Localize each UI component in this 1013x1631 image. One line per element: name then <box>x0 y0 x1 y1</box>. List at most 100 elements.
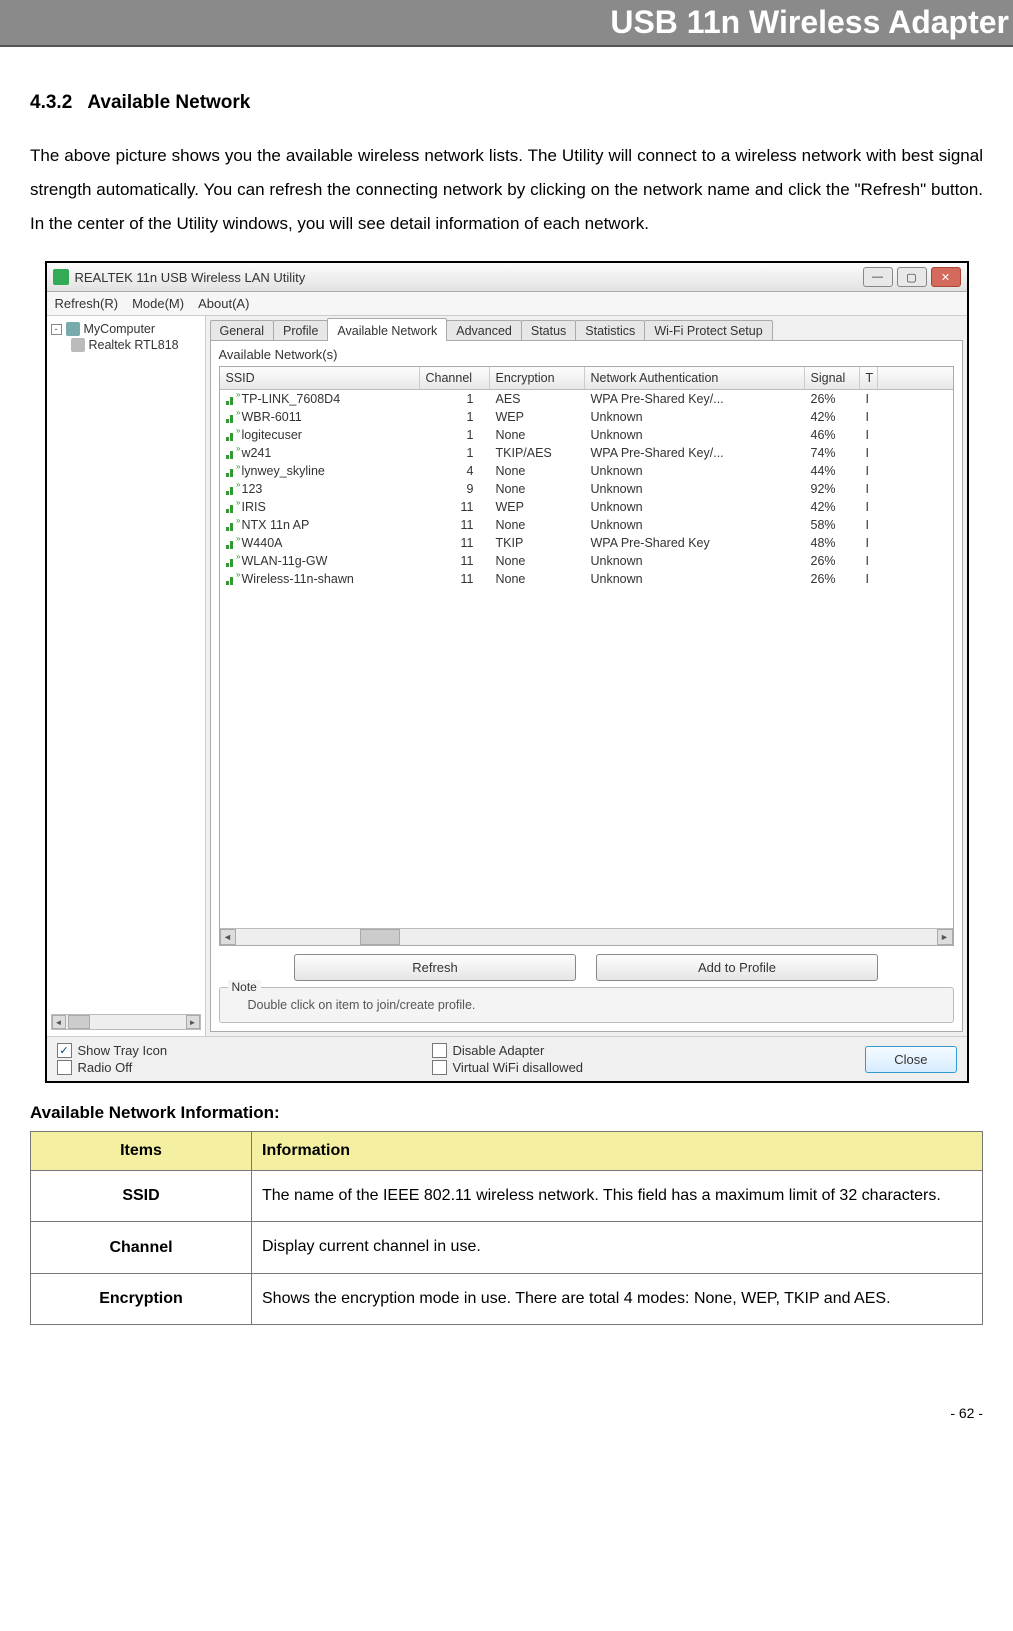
menu-about[interactable]: About(A) <box>198 296 249 311</box>
note-legend: Note <box>228 980 261 994</box>
note-box: Note Double click on item to join/create… <box>219 987 954 1023</box>
encryption-value: WEP <box>490 408 585 426</box>
network-row[interactable]: »WLAN-11g-GW11NoneUnknown26%I <box>220 552 953 570</box>
signal-value: 26% <box>805 390 860 408</box>
channel-value: 9 <box>420 480 490 498</box>
tree-collapse-icon[interactable]: - <box>51 324 62 335</box>
extra-value: I <box>860 426 878 444</box>
signal-value: 26% <box>805 552 860 570</box>
checkbox-icon: ✓ <box>57 1043 72 1058</box>
col-encryption[interactable]: Encryption <box>490 367 585 389</box>
window-titlebar: REALTEK 11n USB Wireless LAN Utility — ▢… <box>47 263 967 292</box>
tab-advanced[interactable]: Advanced <box>446 320 522 341</box>
panel-label: Available Network(s) <box>219 347 954 362</box>
show-tray-checkbox[interactable]: ✓ Show Tray Icon <box>57 1043 432 1058</box>
add-to-profile-button[interactable]: Add to Profile <box>596 954 878 981</box>
network-row[interactable]: »IRIS11WEPUnknown42%I <box>220 498 953 516</box>
tab-statistics[interactable]: Statistics <box>575 320 645 341</box>
disable-adapter-checkbox[interactable]: Disable Adapter <box>432 1043 807 1058</box>
app-window: REALTEK 11n USB Wireless LAN Utility — ▢… <box>45 261 969 1083</box>
col-channel[interactable]: Channel <box>420 367 490 389</box>
tab-available-network[interactable]: Available Network <box>327 318 447 341</box>
signal-icon: » <box>226 429 238 441</box>
network-row[interactable]: »WBR-60111WEPUnknown42%I <box>220 408 953 426</box>
extra-value: I <box>860 390 878 408</box>
signal-icon: » <box>226 555 238 567</box>
col-ssid[interactable]: SSID <box>220 367 420 389</box>
menu-mode[interactable]: Mode(M) <box>132 296 184 311</box>
auth-value: Unknown <box>585 426 805 444</box>
maximize-button[interactable]: ▢ <box>897 267 927 287</box>
signal-value: 26% <box>805 570 860 588</box>
virtual-wifi-checkbox[interactable]: Virtual WiFi disallowed <box>432 1060 807 1075</box>
info-desc: Display current channel in use. <box>252 1222 983 1273</box>
signal-value: 58% <box>805 516 860 534</box>
close-button[interactable]: Close <box>865 1046 956 1073</box>
list-scroll-thumb[interactable] <box>360 929 400 945</box>
scroll-left-arrow[interactable]: ◄ <box>52 1015 66 1029</box>
network-row[interactable]: »NTX 11n AP11NoneUnknown58%I <box>220 516 953 534</box>
info-item: Encryption <box>31 1273 252 1324</box>
signal-icon: » <box>226 447 238 459</box>
scroll-right-arrow[interactable]: ► <box>186 1015 200 1029</box>
ssid-value: lynwey_skyline <box>242 464 325 478</box>
encryption-value: TKIP/AES <box>490 444 585 462</box>
list-scroll-left-arrow[interactable]: ◄ <box>220 929 236 945</box>
device-tree-pane: - MyComputer Realtek RTL818 ◄ ► <box>47 316 206 1036</box>
channel-value: 1 <box>420 426 490 444</box>
scroll-thumb[interactable] <box>68 1015 90 1029</box>
extra-value: I <box>860 570 878 588</box>
tab-general[interactable]: General <box>210 320 274 341</box>
signal-value: 92% <box>805 480 860 498</box>
extra-value: I <box>860 498 878 516</box>
menu-refresh[interactable]: Refresh(R) <box>55 296 119 311</box>
network-row[interactable]: »w2411TKIP/AESWPA Pre-Shared Key/...74%I <box>220 444 953 462</box>
auth-value: Unknown <box>585 462 805 480</box>
tab-wps[interactable]: Wi-Fi Protect Setup <box>644 320 772 341</box>
ssid-value: WBR-6011 <box>242 410 302 424</box>
channel-value: 11 <box>420 570 490 588</box>
document-header: USB 11n Wireless Adapter <box>0 0 1013 47</box>
network-row[interactable]: »logitecuser1NoneUnknown46%I <box>220 426 953 444</box>
window-title: REALTEK 11n USB Wireless LAN Utility <box>75 270 306 285</box>
tab-status[interactable]: Status <box>521 320 576 341</box>
encryption-value: WEP <box>490 498 585 516</box>
tree-adapter-label[interactable]: Realtek RTL818 <box>89 338 179 352</box>
show-tray-label: Show Tray Icon <box>78 1043 168 1058</box>
encryption-value: None <box>490 480 585 498</box>
info-subheading: Available Network Information: <box>30 1103 983 1123</box>
tree-root-label[interactable]: MyComputer <box>84 322 156 336</box>
info-row: EncryptionShows the encryption mode in u… <box>31 1273 983 1324</box>
list-header-row: SSID Channel Encryption Network Authenti… <box>220 367 953 390</box>
minimize-button[interactable]: — <box>863 267 893 287</box>
network-row[interactable]: »TP-LINK_7608D41AESWPA Pre-Shared Key/..… <box>220 390 953 408</box>
radio-off-checkbox[interactable]: Radio Off <box>57 1060 432 1075</box>
info-row: SSIDThe name of the IEEE 802.11 wireless… <box>31 1171 983 1222</box>
channel-value: 1 <box>420 408 490 426</box>
channel-value: 11 <box>420 516 490 534</box>
tree-horizontal-scrollbar[interactable]: ◄ ► <box>51 1014 201 1030</box>
list-horizontal-scrollbar[interactable]: ◄ ► <box>220 928 953 945</box>
channel-value: 4 <box>420 462 490 480</box>
list-body: »TP-LINK_7608D41AESWPA Pre-Shared Key/..… <box>220 390 953 928</box>
tab-profile[interactable]: Profile <box>273 320 328 341</box>
network-row[interactable]: »Wireless-11n-shawn11NoneUnknown26%I <box>220 570 953 588</box>
section-title: Available Network <box>87 92 250 113</box>
encryption-value: None <box>490 426 585 444</box>
network-row[interactable]: »W440A11TKIPWPA Pre-Shared Key48%I <box>220 534 953 552</box>
signal-icon: » <box>226 519 238 531</box>
col-auth[interactable]: Network Authentication <box>585 367 805 389</box>
auth-value: WPA Pre-Shared Key <box>585 534 805 552</box>
col-signal[interactable]: Signal <box>805 367 860 389</box>
info-table: Items Information SSIDThe name of the IE… <box>30 1131 983 1325</box>
info-desc: The name of the IEEE 802.11 wireless net… <box>252 1171 983 1222</box>
refresh-button[interactable]: Refresh <box>294 954 576 981</box>
network-row[interactable]: »1239NoneUnknown92%I <box>220 480 953 498</box>
extra-value: I <box>860 516 878 534</box>
col-extra[interactable]: T <box>860 367 878 389</box>
encryption-value: AES <box>490 390 585 408</box>
network-row[interactable]: »lynwey_skyline4NoneUnknown44%I <box>220 462 953 480</box>
list-scroll-right-arrow[interactable]: ► <box>937 929 953 945</box>
close-window-button[interactable]: ✕ <box>931 267 961 287</box>
checkbox-icon <box>432 1043 447 1058</box>
